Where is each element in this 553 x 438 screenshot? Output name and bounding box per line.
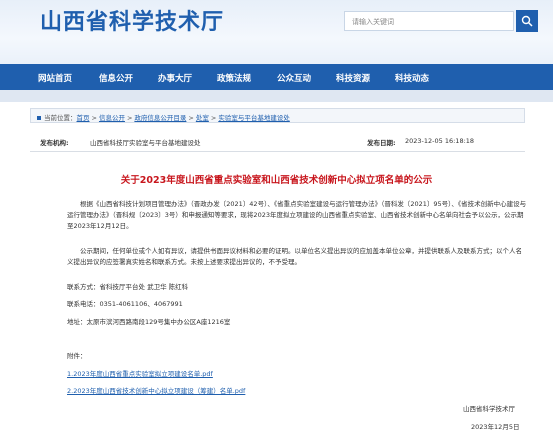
article-title: 关于2023年度山西省重点实验室和山西省技术创新中心拟立项名单的公示 — [120, 175, 433, 186]
article-paragraph: 根据《山西省科技计划项目管理办法》（晋政办发〔2021〕42号）、《省重点实验室… — [67, 200, 527, 230]
agency-label: 发布机构: — [40, 139, 69, 147]
divider — [30, 151, 525, 152]
nav-item-home[interactable]: 网站首页 — [38, 72, 72, 84]
breadcrumb-lab-platform-dept[interactable]: 实验室与平台基地建设处 — [218, 114, 290, 122]
contact-phone: 联系电话：0351-4061106、4067991 — [67, 300, 183, 308]
sign-date: 2023年12月5日 — [471, 423, 520, 431]
contact-address: 地址：太原市滨河西路南段129号集中办公区A座1216室 — [67, 318, 231, 326]
location-icon — [37, 116, 41, 120]
nav-item-sci-resources[interactable]: 科技资源 — [336, 72, 370, 84]
attachments-label: 附件： — [67, 352, 87, 360]
article-paragraph: 公示期间，任何单位或个人如有异议，请提供书面异议材料和必要的证明。以单位名义提出… — [67, 247, 522, 266]
breadcrumb-prefix: 当前位置： — [44, 114, 77, 122]
breadcrumb-separator: > — [188, 114, 194, 122]
main-nav: 网站首页 信息公开 办事大厅 政策法规 公众互动 科技资源 科技动态 — [0, 64, 553, 90]
breadcrumb-separator: > — [210, 114, 217, 122]
nav-subbar — [0, 90, 553, 102]
breadcrumb-home[interactable]: 首页 — [77, 114, 90, 122]
search-icon — [521, 15, 533, 27]
search-input[interactable]: 请输入关键词 — [344, 11, 514, 31]
breadcrumb-separator: > — [126, 114, 133, 122]
signature: 山西省科学技术厅 — [463, 405, 515, 413]
breadcrumb: 当前位置：首页 > 信息公开 > 政府信息公开目录 > 处室 > 实验室与平台基地建设处 — [30, 108, 525, 123]
date-value: 2023-12-05 16:18:18 — [405, 137, 475, 145]
breadcrumb-departments[interactable]: 处室 — [196, 114, 209, 122]
contact-unit: 联系方式：省科技厅平台处 武卫华 陈红科 — [67, 283, 189, 291]
agency-value: 山西省科技厅实验室与平台基地建设处 — [90, 139, 201, 147]
site-header: 山西省科学技术厅 请输入关键词 — [0, 0, 553, 64]
search-button[interactable] — [516, 10, 538, 32]
attachment-link[interactable]: 1.2023年度山西省重点实验室拟立项建设名单.pdf — [67, 368, 213, 378]
nav-item-info-public[interactable]: 信息公开 — [99, 72, 133, 84]
site-title[interactable]: 山西省科学技术厅 — [40, 4, 224, 36]
nav-item-service-hall[interactable]: 办事大厅 — [158, 72, 192, 84]
breadcrumb-info-public[interactable]: 信息公开 — [99, 114, 125, 122]
article-meta: 发布机构: 山西省科技厅实验室与平台基地建设处 发布日期: 2023-12-05… — [30, 133, 525, 149]
nav-item-public-interaction[interactable]: 公众互动 — [277, 72, 311, 84]
nav-item-policies[interactable]: 政策法规 — [217, 72, 251, 84]
breadcrumb-separator: > — [91, 114, 97, 122]
breadcrumb-gov-info-catalog[interactable]: 政府信息公开目录 — [134, 114, 186, 122]
attachment-link[interactable]: 2.2023年度山西省技术创新中心拟立项建设（筹建）名单.pdf — [67, 385, 245, 395]
nav-item-sci-news[interactable]: 科技动态 — [395, 72, 429, 84]
date-label: 发布日期: — [367, 139, 396, 147]
